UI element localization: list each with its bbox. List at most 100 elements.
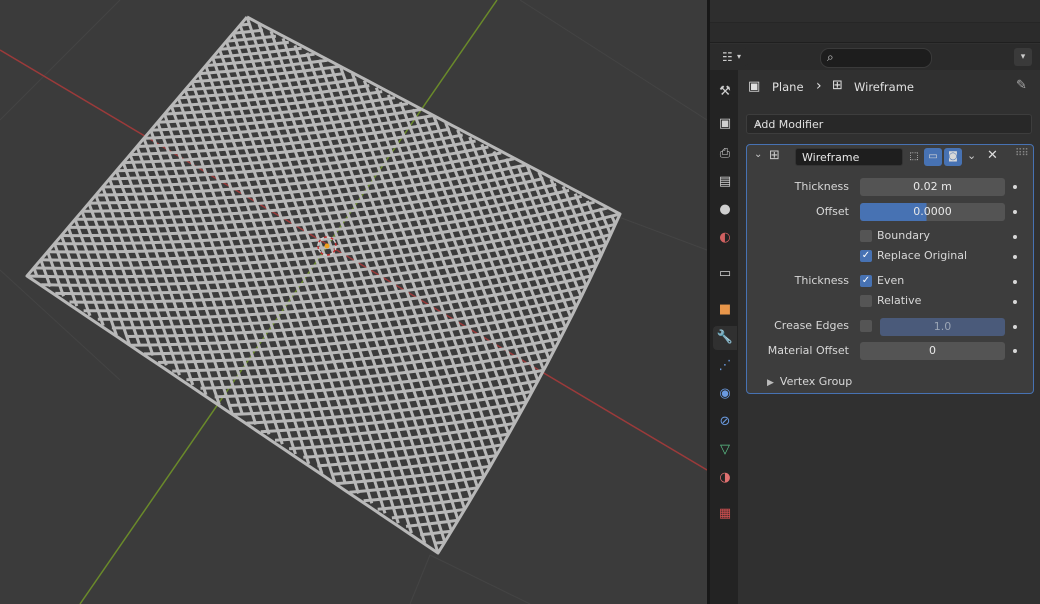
search-input[interactable]: ⌕ [820,48,932,68]
keyframe-dot[interactable] [1013,280,1017,284]
tab-render[interactable]: ▣ [713,112,737,136]
properties-header: ☷ ▾ ⌕ ▾ [710,44,1040,70]
wireframe-modifier-icon: ⊞ [769,148,780,163]
tab-material[interactable]: ◑ [713,466,737,490]
particles-icon: ⋰ [718,358,732,373]
material-icon: ◑ [719,470,731,485]
tab-physics[interactable]: ◉ [713,382,737,406]
breadcrumb: ▣ Plane › ⊞ Wireframe ✎ [738,78,1040,98]
wire-edge [39,259,52,288]
edit-mode-toggle[interactable]: ⬚ [905,148,923,166]
close-icon[interactable]: ✕ [987,148,998,163]
crease-edges-checkbox[interactable] [860,320,872,332]
keyframe-dot[interactable] [1013,185,1017,189]
boundary-label: Boundary [877,229,930,242]
tab-data[interactable]: ▽ [713,438,737,462]
keyframe-dot[interactable] [1013,255,1017,259]
search-icon: ⌕ [827,50,834,64]
keyframe-dot[interactable] [1013,235,1017,239]
keyframe-dot[interactable] [1013,325,1017,329]
view-layer-icon: ▤ [718,174,732,189]
tab-particles[interactable]: ⋰ [713,354,737,378]
chevron-right-icon: ▶ [767,378,774,388]
tab-scene[interactable]: ● [713,198,737,222]
camera-icon: ◙ [948,151,958,162]
crease-edges-label: Crease Edges [774,319,849,332]
chevron-down-icon: ▾ [737,52,742,61]
wire-edge [233,28,264,35]
tab-output[interactable]: ⎙ [713,142,737,166]
tab-world[interactable]: ◐ [713,226,737,250]
object-data-icon: ▣ [748,79,761,94]
chevron-down-icon[interactable]: ⌄ [967,149,976,162]
modifier-name-value: Wireframe [802,151,860,164]
replace-original-label: Replace Original [877,249,968,262]
tab-modifier[interactable]: 🔧 [713,326,737,350]
properties-tabs: ⚒ ▣ ⎙ ▤ ● ◐ ▭ ■ 🔧 ⋰ ◉ ⊘ ▽ ◑ ▦ [710,70,738,604]
boundary-checkbox[interactable] [860,230,872,242]
wireframe-modifier-icon: ⊞ [832,78,843,93]
chevron-right-icon: › [816,78,822,94]
tab-texture[interactable]: ▦ [713,502,737,526]
object-icon: ■ [718,302,732,317]
tab-tool[interactable]: ⚒ [713,80,737,104]
modifier-icon: 🔧 [716,330,734,345]
3d-viewport[interactable] [0,0,707,604]
properties-editor-icon: ☷ [722,50,733,64]
vertex-group-subpanel[interactable]: ▶ Vertex Group [767,375,852,388]
material-offset-field[interactable]: 0 [860,342,1005,360]
offset-slider[interactable]: 0.0000 [860,203,1005,221]
breadcrumb-modifier: Wireframe [854,80,914,94]
editor-type-dropdown[interactable]: ☷ ▾ [718,48,748,66]
add-modifier-dropdown[interactable]: Add Modifier ⌄ [746,114,1032,134]
viewport-toggle[interactable]: ▭ [924,148,942,166]
options-dropdown[interactable]: ▾ [1014,48,1032,66]
wire-edge [391,507,465,520]
chevron-down-icon: ▾ [1020,52,1026,62]
modifier-properties: ▣ Plane › ⊞ Wireframe ✎ Add Modifier ⌄ ⌄… [738,70,1040,604]
collapse-chevron-icon[interactable]: ⌄ [754,149,762,160]
even-checkbox[interactable]: ✓ [860,275,872,287]
output-icon: ⎙ [719,146,731,161]
replace-original-checkbox[interactable]: ✓ [860,250,872,262]
pin-icon[interactable]: ✎ [1016,78,1027,93]
material-offset-label: Material Offset [767,344,849,357]
chevron-down-icon: ⌄ [754,117,763,128]
render-toggle[interactable]: ◙ [944,148,962,166]
vertex-group-label: Vertex Group [779,375,853,388]
tab-object[interactable]: ■ [713,298,737,322]
keyframe-dot[interactable] [1013,210,1017,214]
keyframe-dot[interactable] [1013,349,1017,353]
crease-weight-field[interactable]: 1.0 [880,318,1005,336]
wireframe-mesh[interactable] [25,15,622,555]
scene-icon: ● [719,202,731,217]
relative-checkbox[interactable] [860,295,872,307]
tab-view-layer[interactable]: ▤ [713,170,737,194]
breadcrumb-object: Plane [772,80,804,94]
thickness-group-label: Thickness [794,274,849,287]
properties-editor: ☷ ▾ ⌕ ▾ ⚒ ▣ ⎙ ▤ ● ◐ ▭ ■ 🔧 ⋰ ◉ ⊘ ▽ ◑ ▦ ▣ Plane › ⊞ Wire… [710,0,1040,604]
render-icon: ▣ [718,116,732,131]
keyframe-dot[interactable] [1013,300,1017,304]
physics-icon: ◉ [719,386,731,401]
viewport-canvas[interactable] [0,0,707,604]
monitor-icon: ▭ [928,151,938,162]
wire-edge [335,464,491,486]
data-icon: ▽ [720,442,730,457]
offset-label: Offset [815,205,849,218]
thickness-field[interactable]: 0.02 m [860,178,1005,196]
wire-edge [420,529,452,537]
wireframe-modifier-panel: ⌄ ⊞ Wireframe ⬚ ▭ ◙ ⌄ ✕ ⠿⠿ Thickness 0.0… [746,144,1034,394]
tab-constraints[interactable]: ⊘ [713,410,737,434]
collection-icon: ▭ [718,266,732,281]
modifier-panel-header: ⌄ ⊞ Wireframe ⬚ ▭ ◙ ⌄ ✕ ⠿⠿ [747,145,1033,169]
modifier-name-input[interactable]: Wireframe [795,148,903,166]
texture-icon: ▦ [718,506,732,521]
edit-mode-icon: ⬚ [909,151,919,162]
tool-icon: ⚒ [719,84,731,99]
drag-handle-icon[interactable]: ⠿⠿ [1015,148,1029,159]
relative-label: Relative [877,294,922,307]
tab-collection[interactable]: ▭ [713,262,737,286]
world-icon: ◐ [719,230,731,245]
constraints-icon: ⊘ [719,414,731,429]
